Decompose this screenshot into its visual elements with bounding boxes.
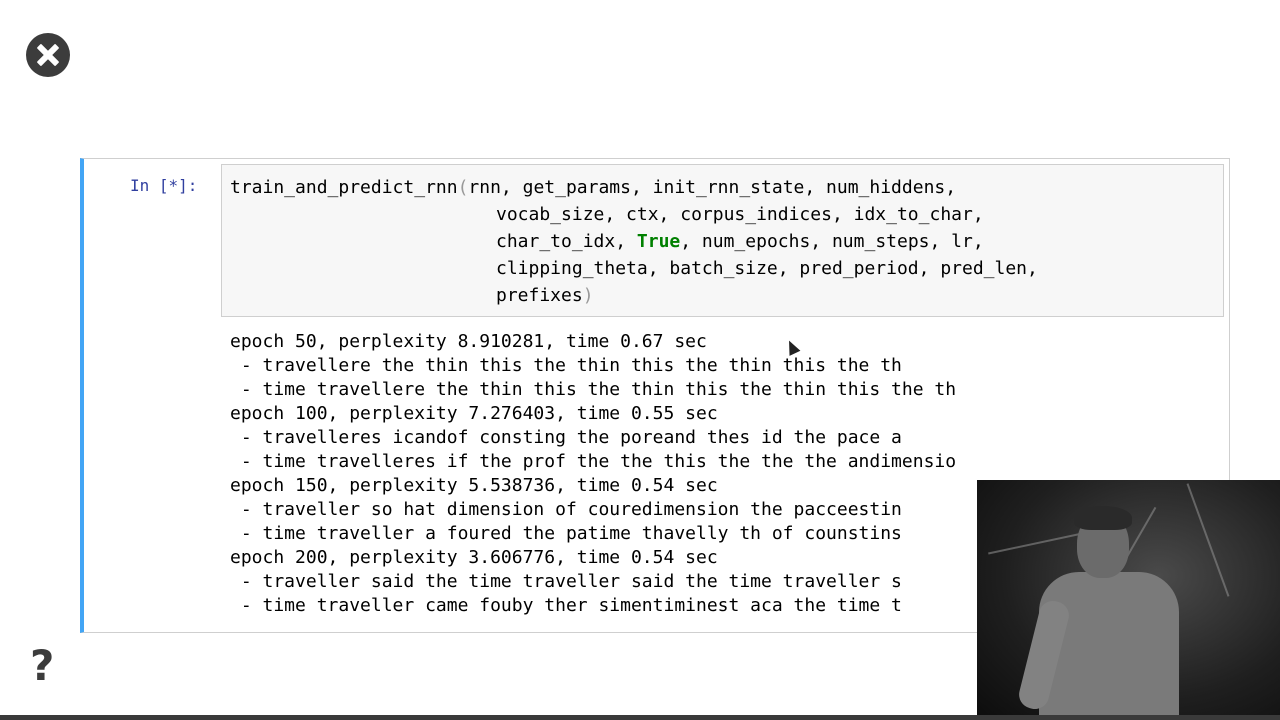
code-args-2: vocab_size, ctx, corpus_indices, idx_to_… (496, 204, 984, 225)
output-line: - time travelleres if the prof the the t… (230, 451, 957, 472)
output-line: - traveller so hat dimension of couredim… (230, 499, 902, 520)
code-line-2[interactable]: vocab_size, ctx, corpus_indices, idx_to_… (230, 203, 984, 227)
close-icon[interactable] (26, 33, 70, 77)
code-args-3a: char_to_idx, (496, 231, 637, 252)
close-paren: ) (582, 285, 594, 306)
notebook-page: In [*]: train_and_predict_rnn(rnn, get_p… (0, 0, 1280, 720)
code-line-5[interactable]: prefixes) (230, 284, 594, 308)
output-line: epoch 50, perplexity 8.910281, time 0.67… (230, 331, 707, 352)
help-icon[interactable]: ? (30, 640, 54, 692)
code-args-3b: , num_epochs, num_steps, lr, (680, 231, 984, 252)
code-line-3[interactable]: char_to_idx, True, num_epochs, num_steps… (230, 230, 984, 254)
code-line-1[interactable]: train_and_predict_rnn(rnn, get_params, i… (230, 176, 956, 200)
code-args-5: prefixes (496, 285, 583, 306)
presenter-hair (1074, 506, 1132, 530)
keyword-true: True (636, 231, 681, 252)
cell-prompt: In [*]: (130, 176, 198, 195)
output-line: - time travellere the thin this the thin… (230, 379, 957, 400)
bottom-bar (0, 715, 1280, 720)
output-line: - time traveller came fouby ther simenti… (230, 595, 902, 616)
output-line: epoch 100, perplexity 7.276403, time 0.5… (230, 403, 718, 424)
output-line: - travelleres icandof consting the porea… (230, 427, 902, 448)
code-line-4[interactable]: clipping_theta, batch_size, pred_period,… (230, 257, 1038, 281)
code-args-4: clipping_theta, batch_size, pred_period,… (496, 258, 1038, 279)
cell-output: epoch 50, perplexity 8.910281, time 0.67… (230, 330, 956, 618)
output-line: epoch 200, perplexity 3.606776, time 0.5… (230, 547, 718, 568)
code-args-1: rnn, get_params, init_rnn_state, num_hid… (468, 177, 957, 198)
output-line: - time traveller a foured the patime tha… (230, 523, 902, 544)
function-name: train_and_predict_rnn (230, 177, 458, 198)
webcam-overlay (977, 480, 1280, 720)
output-line: epoch 150, perplexity 5.538736, time 0.5… (230, 475, 718, 496)
output-line: - travellere the thin this the thin this… (230, 355, 902, 376)
open-paren: ( (457, 177, 469, 198)
output-line: - traveller said the time traveller said… (230, 571, 902, 592)
